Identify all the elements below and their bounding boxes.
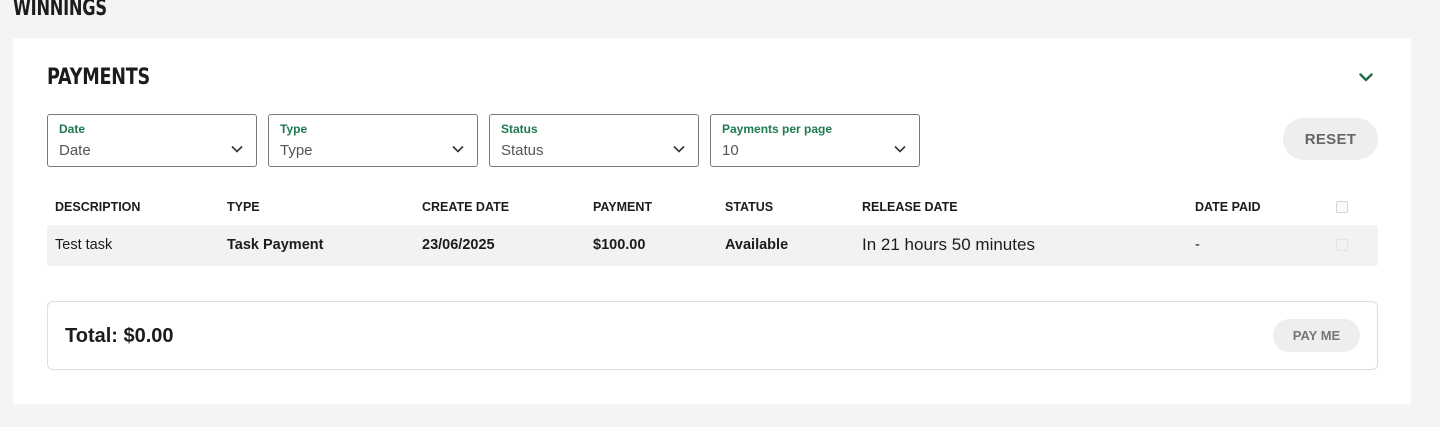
select-all-checkbox[interactable]: [1336, 201, 1348, 213]
collapse-button[interactable]: [1355, 66, 1377, 88]
row-status: Available: [725, 237, 789, 253]
type-select[interactable]: Type Type: [268, 114, 478, 167]
per-page-select[interactable]: Payments per page 10: [710, 114, 920, 167]
status-select[interactable]: Status Status: [489, 114, 699, 167]
date-select-value: Date: [59, 142, 91, 159]
per-page-select-label: Payments per page: [722, 122, 833, 136]
per-page-select-value: 10: [722, 142, 739, 159]
status-select-label: Status: [501, 122, 538, 136]
chevron-down-icon: [894, 145, 906, 153]
column-header-description: DESCRIPTION: [55, 200, 141, 214]
column-header-type: TYPE: [227, 200, 260, 214]
column-header-date-paid: DATE PAID: [1195, 200, 1261, 214]
row-description: Test task: [55, 237, 113, 253]
type-select-value: Type: [280, 142, 313, 159]
column-header-status: STATUS: [725, 200, 774, 214]
row-checkbox[interactable]: [1336, 239, 1348, 251]
column-header-payment: PAYMENT: [593, 200, 653, 214]
status-select-value: Status: [501, 142, 544, 159]
chevron-down-icon: [1359, 72, 1373, 81]
total-amount: Total: $0.00: [65, 325, 174, 347]
table-header: DESCRIPTION TYPE CREATE DATE PAYMENT STA…: [47, 197, 1378, 217]
payments-title: PAYMENTS: [47, 65, 150, 90]
row-create-date: 23/06/2025: [422, 237, 495, 253]
chevron-down-icon: [231, 145, 243, 153]
row-date-paid: -: [1195, 237, 1200, 253]
date-select[interactable]: Date Date: [47, 114, 257, 167]
pay-me-button[interactable]: PAY ME: [1273, 319, 1360, 352]
chevron-down-icon: [452, 145, 464, 153]
row-release-date: In 21 hours 50 minutes: [862, 235, 1035, 254]
total-panel: Total: $0.00 PAY ME: [47, 301, 1378, 370]
row-payment: $100.00: [593, 237, 646, 253]
payments-card: PAYMENTS Date Date Type Type Status Stat…: [13, 38, 1411, 404]
type-select-label: Type: [280, 122, 308, 136]
column-header-create-date: CREATE DATE: [422, 200, 510, 214]
date-select-label: Date: [59, 122, 86, 136]
reset-button[interactable]: RESET: [1283, 118, 1378, 160]
row-type: Task Payment: [227, 237, 324, 253]
table-row: Test task Task Payment 23/06/2025 $100.0…: [47, 225, 1378, 266]
page-title: WINNINGS: [13, 0, 107, 21]
chevron-down-icon: [673, 145, 685, 153]
column-header-release-date: RELEASE DATE: [862, 200, 958, 214]
